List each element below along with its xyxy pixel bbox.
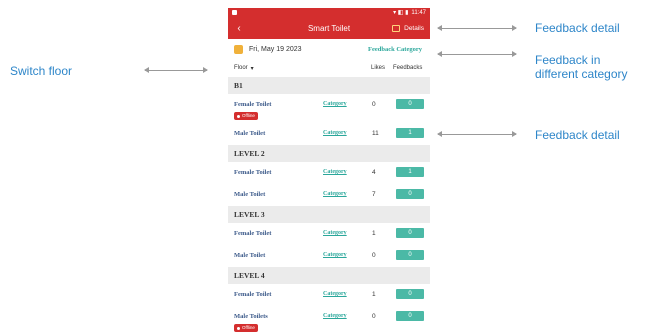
notification-icon <box>232 10 237 15</box>
likes-count: 1 <box>372 230 376 237</box>
level-header: LEVEL 3 <box>228 206 430 223</box>
category-link[interactable]: Category <box>323 130 347 136</box>
app-bar: ‹ Smart Toilet Details <box>228 17 430 39</box>
table-row: Female Toilet Category 4 1 <box>228 162 430 184</box>
level-header: LEVEL 2 <box>228 145 430 162</box>
level-header: B1 <box>228 77 430 94</box>
table-row: Female Toilet Category 1 0 <box>228 284 430 306</box>
details-button[interactable]: Details <box>392 24 424 32</box>
annotation-feedback-category: Feedback in different category <box>535 53 628 81</box>
offline-label: Offline <box>242 113 255 118</box>
likes-header: Likes <box>371 65 386 71</box>
table-row: Male Toilet Category 7 0 <box>228 184 430 206</box>
category-link[interactable]: Category <box>323 230 347 236</box>
floor-label: Floor <box>234 65 248 71</box>
feedback-button[interactable]: 0 <box>396 189 424 199</box>
category-link[interactable]: Category <box>323 291 347 297</box>
caret-down-icon: ▾ <box>250 65 254 72</box>
toilet-name: Male Toilet <box>234 130 266 137</box>
feedback-button[interactable]: 1 <box>396 128 424 138</box>
toilet-name: Female Toilet <box>234 101 272 108</box>
category-link[interactable]: Category <box>323 169 347 175</box>
date-label[interactable]: Fri, May 19 2023 <box>249 46 302 53</box>
table-row: Male Toilet Category 11 1 <box>228 123 430 145</box>
offline-dot-icon <box>237 326 240 330</box>
likes-count: 7 <box>372 191 376 198</box>
toilet-name: Female Toilet <box>234 230 272 237</box>
feedback-button[interactable]: 0 <box>396 311 424 321</box>
likes-count: 1 <box>372 291 376 298</box>
document-icon <box>392 24 401 32</box>
feedbacks-header: Feedbacks <box>393 65 423 71</box>
arrow-feedback-category <box>437 51 517 57</box>
level-header: LEVEL 4 <box>228 267 430 284</box>
feedback-button[interactable]: 0 <box>396 99 424 109</box>
offline-label: Offline <box>242 325 255 330</box>
floor-dropdown[interactable]: Floor ▾ <box>234 65 254 72</box>
date-row: Fri, May 19 2023 Feedback Category <box>228 39 430 59</box>
feedback-button[interactable]: 0 <box>396 289 424 299</box>
table-row: Female Toilet Category 1 0 <box>228 223 430 245</box>
page: Switch floor Feedback detail Feedback in… <box>0 0 645 332</box>
status-bar: ▾ ◧ ▮ 11:47 <box>228 8 430 17</box>
likes-count: 0 <box>372 313 376 320</box>
annotation-switch-floor: Switch floor <box>10 64 73 78</box>
feedback-button[interactable]: 1 <box>396 167 424 177</box>
status-icons: ▾ ◧ ▮ <box>393 10 409 16</box>
annotation-feedback-detail-top: Feedback detail <box>535 21 620 35</box>
table-row: Female Toilet Category 0 0 Offline <box>228 94 430 123</box>
status-right: ▾ ◧ ▮ 11:47 <box>393 9 426 17</box>
table-row: Male Toilets Category 0 0 Offline <box>228 306 430 332</box>
toilet-name: Female Toilet <box>234 169 272 176</box>
feedback-button[interactable]: 0 <box>396 228 424 238</box>
toilet-name: Male Toilet <box>234 252 266 259</box>
category-link[interactable]: Category <box>323 252 347 258</box>
category-link[interactable]: Category <box>323 191 347 197</box>
arrow-switch-floor <box>144 67 208 73</box>
offline-badge: Offline <box>234 112 258 120</box>
likes-count: 0 <box>372 101 376 108</box>
feedback-button[interactable]: 0 <box>396 250 424 260</box>
status-time: 11:47 <box>411 9 426 16</box>
arrow-feedback-detail-row <box>437 131 517 137</box>
table-header: Floor ▾ Likes Feedbacks <box>228 59 430 77</box>
arrow-feedback-detail-top <box>437 25 517 31</box>
likes-count: 11 <box>372 130 379 137</box>
toilet-name: Female Toilet <box>234 291 272 298</box>
toilet-name: Male Toilet <box>234 191 266 198</box>
offline-badge: Offline <box>234 324 258 332</box>
category-link[interactable]: Category <box>323 101 347 107</box>
calendar-icon[interactable] <box>234 44 243 54</box>
details-label: Details <box>404 24 424 32</box>
likes-count: 4 <box>372 169 376 176</box>
likes-count: 0 <box>372 252 376 259</box>
phone-screen: ▾ ◧ ▮ 11:47 ‹ Smart Toilet Details Fri, … <box>228 8 430 332</box>
category-link[interactable]: Category <box>323 313 347 319</box>
annotation-feedback-detail-row: Feedback detail <box>535 128 620 142</box>
toilet-name: Male Toilets <box>234 313 268 320</box>
table-row: Male Toilet Category 0 0 <box>228 245 430 267</box>
offline-dot-icon <box>237 114 240 118</box>
feedback-category-link[interactable]: Feedback Category <box>368 46 422 53</box>
